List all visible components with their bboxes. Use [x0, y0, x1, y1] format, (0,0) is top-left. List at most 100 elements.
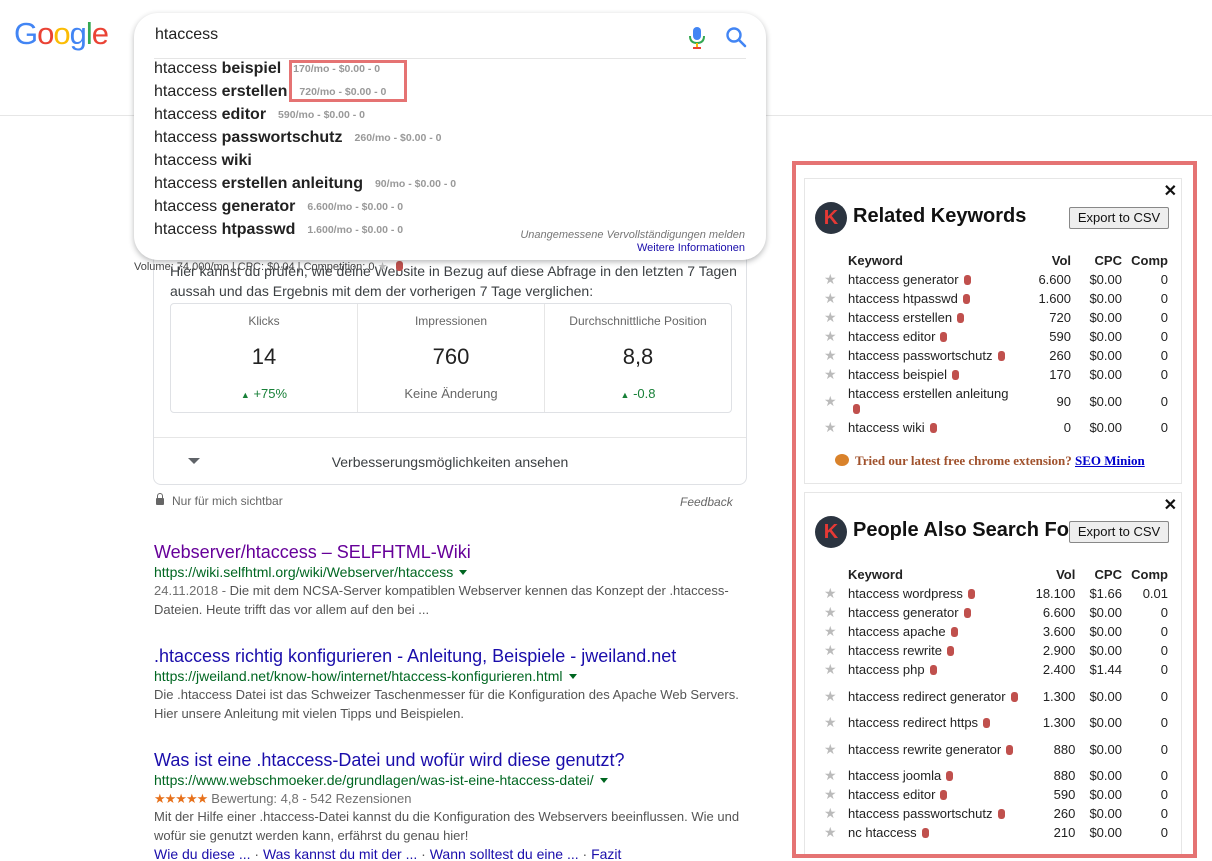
- star-icon[interactable]: ★: [821, 660, 845, 679]
- star-icon[interactable]: ★: [821, 842, 845, 855]
- star-icon[interactable]: ★: [821, 766, 845, 785]
- keyword-text[interactable]: htaccess apache: [848, 624, 946, 639]
- caret-down-icon[interactable]: [599, 778, 608, 783]
- keyword-text[interactable]: htaccess passwortschutz: [848, 806, 993, 821]
- keyword-text[interactable]: htaccess generator: [848, 272, 959, 287]
- suggestion-item[interactable]: htaccess erstellen anleitung 90/mo - $0.0…: [154, 175, 456, 193]
- keyword-cell[interactable]: htaccess redirect https: [845, 713, 1023, 732]
- keyword-cell[interactable]: htaccess joomla: [845, 766, 1023, 785]
- star-icon[interactable]: ★: [821, 641, 845, 660]
- keyword-text[interactable]: htaccess generator: [848, 852, 959, 855]
- star-icon[interactable]: ★: [821, 289, 845, 308]
- keyword-cell[interactable]: htaccess editor: [845, 327, 1023, 346]
- star-icon[interactable]: ★: [821, 823, 845, 842]
- star-icon[interactable]: ★: [821, 270, 845, 289]
- keyword-cell[interactable]: htaccess rewrite generator: [845, 732, 1023, 766]
- star-icon[interactable]: ★: [821, 732, 845, 766]
- star-icon[interactable]: ★: [821, 622, 845, 641]
- caret-down-icon[interactable]: [568, 674, 577, 679]
- sitelink[interactable]: Wie du diese ...: [154, 846, 251, 861]
- star-icon[interactable]: ★: [821, 418, 845, 437]
- sitelink[interactable]: Fazit: [591, 846, 621, 861]
- suggestion-item[interactable]: htaccess htpasswd 1.600/mo - $0.00 - 0: [154, 221, 403, 239]
- star-icon[interactable]: ★: [821, 384, 845, 418]
- comp-cell: 0: [1160, 662, 1168, 677]
- search-icon[interactable]: [725, 26, 747, 48]
- report-suggestions-link[interactable]: Unangemessene Vervollständigungen melden: [520, 229, 745, 241]
- keyword-cell[interactable]: htaccess generator: [845, 603, 1023, 622]
- close-button[interactable]: ✕: [1164, 181, 1177, 201]
- star-icon[interactable]: ★: [821, 785, 845, 804]
- result-url[interactable]: https://jweiland.net/know-how/internet/h…: [154, 667, 754, 686]
- star-icon[interactable]: ★: [378, 261, 388, 273]
- suggestion-item[interactable]: htaccess passwortschutz 260/mo - $0.00 - …: [154, 129, 441, 147]
- keyword-cell[interactable]: htaccess erstellen anleitung: [845, 384, 1023, 418]
- keyword-text[interactable]: htaccess erstellen anleitung: [848, 386, 1008, 401]
- keyword-text[interactable]: htaccess editor: [848, 329, 935, 344]
- result-title-link[interactable]: .htaccess richtig konfigurieren - Anleit…: [154, 645, 754, 667]
- keyword-cell[interactable]: nc htaccess: [845, 823, 1023, 842]
- keyword-text[interactable]: htaccess redirect generator: [848, 689, 1006, 704]
- caret-down-icon[interactable]: [459, 570, 468, 575]
- star-icon[interactable]: ★: [821, 679, 845, 713]
- suggestion-item[interactable]: htaccess generator 6.600/mo - $0.00 - 0: [154, 198, 403, 216]
- star-icon[interactable]: ★: [821, 346, 845, 365]
- improvement-expander[interactable]: Verbesserungsmöglichkeiten ansehen: [154, 437, 746, 485]
- star-icon[interactable]: ★: [821, 804, 845, 823]
- keyword-cell[interactable]: htaccess htpasswd: [845, 289, 1023, 308]
- keyword-cell[interactable]: htaccess rewrite: [845, 641, 1023, 660]
- keyword-text[interactable]: htaccess erstellen: [848, 310, 952, 325]
- keyword-text[interactable]: htaccess passwortschutz: [848, 348, 993, 363]
- search-box[interactable]: htaccess htaccess beispiel 170/mo - $0.00…: [134, 13, 766, 260]
- keyword-cell[interactable]: htaccess erstellen: [845, 308, 1023, 327]
- keyword-cell[interactable]: htaccess generator: [845, 842, 1023, 855]
- keyword-text[interactable]: htaccess wordpress: [848, 586, 963, 601]
- result-url[interactable]: https://wiki.selfhtml.org/wiki/Webserver…: [154, 563, 754, 582]
- keyword-cell[interactable]: htaccess apache: [845, 622, 1023, 641]
- keyword-cell[interactable]: htaccess generator: [845, 270, 1023, 289]
- keyword-text[interactable]: htaccess rewrite generator: [848, 742, 1001, 757]
- result-title-link[interactable]: Webserver/htaccess – SELFHTML-Wiki: [154, 541, 754, 563]
- keyword-cell[interactable]: htaccess passwortschutz: [845, 804, 1023, 823]
- keyword-text[interactable]: htaccess editor: [848, 787, 935, 802]
- keyword-text[interactable]: htaccess htpasswd: [848, 291, 958, 306]
- keyword-text[interactable]: nc htaccess: [848, 825, 917, 840]
- seo-minion-link[interactable]: SEO Minion: [1075, 453, 1145, 468]
- star-icon[interactable]: ★: [821, 584, 845, 603]
- sitelink[interactable]: Was kannst du mit der ...: [263, 846, 417, 861]
- keyword-cell[interactable]: htaccess wordpress: [845, 584, 1023, 603]
- keyword-cell[interactable]: htaccess beispiel: [845, 365, 1023, 384]
- star-icon[interactable]: ★: [821, 308, 845, 327]
- google-logo[interactable]: Google: [14, 16, 109, 52]
- keyword-cell[interactable]: htaccess php: [845, 660, 1023, 679]
- keyword-text[interactable]: htaccess php: [848, 662, 925, 677]
- keyword-text[interactable]: htaccess joomla: [848, 768, 941, 783]
- search-input[interactable]: htaccess: [155, 26, 218, 44]
- keyword-text[interactable]: htaccess rewrite: [848, 643, 942, 658]
- keyword-cell[interactable]: htaccess redirect generator: [845, 679, 1023, 713]
- suggestion-item[interactable]: htaccess wiki: [154, 152, 252, 170]
- star-icon[interactable]: ★: [821, 327, 845, 346]
- keyword-cell[interactable]: htaccess wiki: [845, 418, 1023, 437]
- close-button[interactable]: ✕: [1164, 495, 1177, 515]
- keyword-cell[interactable]: htaccess editor: [845, 785, 1023, 804]
- keyword-cell[interactable]: htaccess passwortschutz: [845, 346, 1023, 365]
- sitelink[interactable]: Wann solltest du eine ...: [430, 846, 579, 861]
- export-csv-button[interactable]: Export to CSV: [1069, 521, 1169, 543]
- result-title-link[interactable]: Was ist eine .htaccess-Datei und wofür w…: [154, 749, 754, 771]
- table-row: ★ htaccess passwortschutz 260 $0.00 0: [821, 804, 1171, 823]
- column-header: Vol: [1056, 567, 1076, 582]
- keyword-text[interactable]: htaccess wiki: [848, 420, 925, 435]
- keyword-text[interactable]: htaccess generator: [848, 605, 959, 620]
- keyword-text[interactable]: htaccess beispiel: [848, 367, 947, 382]
- star-icon[interactable]: ★: [821, 365, 845, 384]
- keyword-text[interactable]: htaccess redirect https: [848, 715, 978, 730]
- more-info-link[interactable]: Weitere Informationen: [637, 242, 745, 254]
- feedback-link[interactable]: Feedback: [680, 495, 733, 509]
- result-url[interactable]: https://www.webschmoeker.de/grundlagen/w…: [154, 771, 754, 790]
- microphone-icon[interactable]: [687, 26, 707, 50]
- suggestion-item[interactable]: htaccess editor 590/mo - $0.00 - 0: [154, 106, 365, 124]
- star-icon[interactable]: ★: [821, 603, 845, 622]
- export-csv-button[interactable]: Export to CSV: [1069, 207, 1169, 229]
- star-icon[interactable]: ★: [821, 713, 845, 732]
